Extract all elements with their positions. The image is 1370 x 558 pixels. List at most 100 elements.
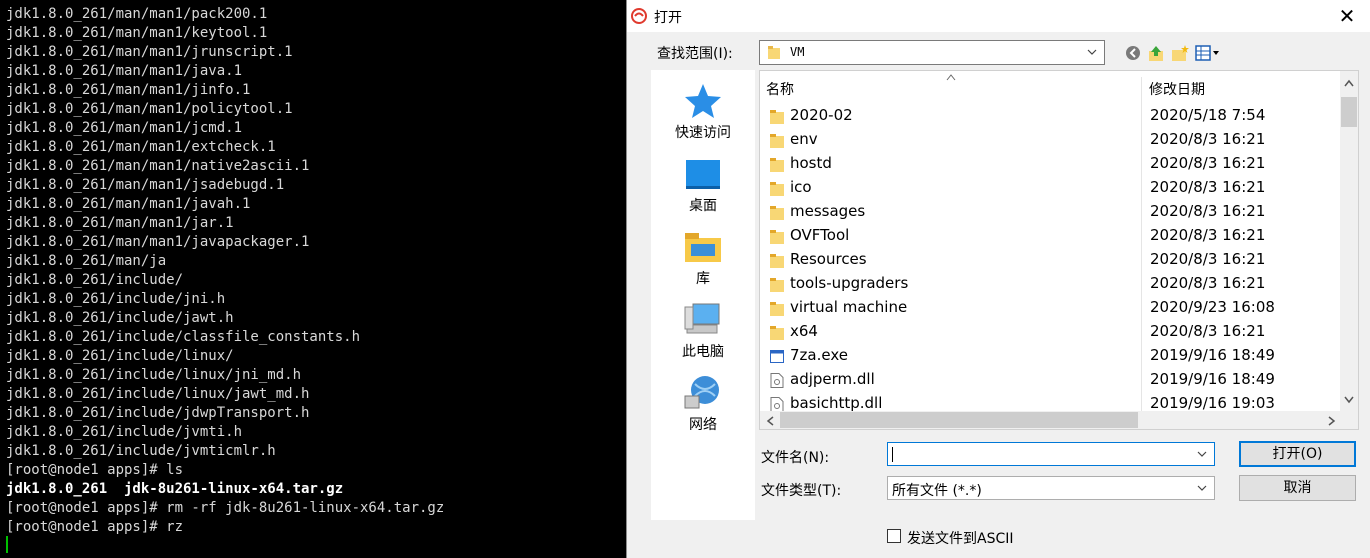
folder-icon (770, 326, 784, 340)
terminal-line: [root@node1 apps]# rm -rf jdk-8u261-linu… (6, 500, 445, 516)
column-header-date[interactable]: 修改日期 (1149, 71, 1205, 103)
file-date: 2020/8/3 16:21 (1150, 154, 1266, 172)
file-name: virtual machine (790, 298, 908, 316)
file-row[interactable]: adjperm.dll 2019/9/16 18:49 (760, 368, 1340, 392)
terminal-line: jdk1.8.0_261/man/man1/jcmd.1 (6, 120, 243, 136)
file-row[interactable]: 2020-02 2020/5/18 7:54 (760, 104, 1340, 128)
column-header-name[interactable]: 名称 (766, 71, 794, 103)
cancel-button[interactable]: 取消 (1239, 475, 1356, 501)
place-label: 网络 (689, 417, 717, 433)
horizontal-scrollbar[interactable] (760, 411, 1340, 429)
file-name: x64 (790, 322, 818, 340)
place-network[interactable]: 网络 (651, 366, 755, 436)
file-date: 2020/5/18 7:54 (1150, 106, 1266, 124)
terminal-line: jdk1.8.0_261/man/man1/jar.1 (6, 215, 234, 231)
scroll-up-icon[interactable] (1344, 79, 1354, 87)
file-row[interactable]: ico 2020/8/3 16:21 (760, 176, 1340, 200)
app-icon (631, 8, 647, 24)
place-quick-access[interactable]: 快速访问 (651, 74, 755, 144)
sort-ascending-icon (946, 74, 956, 81)
scroll-left-icon[interactable] (766, 416, 774, 426)
filetype-label: 文件类型(T): (761, 483, 842, 499)
file-date: 2020/9/23 16:08 (1150, 298, 1275, 316)
ascii-checkbox[interactable] (887, 529, 901, 543)
terminal-line: jdk1.8.0_261/man/man1/jsadebugd.1 (6, 177, 285, 193)
file-name: hostd (790, 154, 832, 172)
chevron-down-icon (1087, 49, 1097, 55)
dialog-title: 打开 (654, 10, 682, 26)
chevron-down-icon (1197, 485, 1207, 491)
file-date: 2020/8/3 16:21 (1150, 178, 1266, 196)
scroll-right-icon[interactable] (1328, 416, 1336, 426)
file-row[interactable]: Resources 2020/8/3 16:21 (760, 248, 1340, 272)
file-row[interactable]: virtual machine 2020/9/23 16:08 (760, 296, 1340, 320)
file-list[interactable]: 名称 修改日期 2020-02 2020/5/18 7:54 env 2020/8/3… (759, 70, 1359, 430)
back-icon[interactable] (1124, 44, 1142, 62)
file-row[interactable]: messages 2020/8/3 16:21 (760, 200, 1340, 224)
close-button[interactable]: ✕ (1324, 0, 1370, 32)
place-desktop[interactable]: 桌面 (651, 147, 755, 217)
up-folder-icon[interactable] (1147, 44, 1165, 62)
terminal-line: jdk1.8.0_261/include/linux/jni_md.h (6, 367, 302, 383)
vertical-scroll-thumb[interactable] (1341, 97, 1357, 127)
star-icon (685, 84, 721, 118)
folder-icon (770, 254, 784, 268)
place-label: 桌面 (689, 198, 717, 214)
terminal-line: jdk1.8.0_261/man/man1/native2ascii.1 (6, 158, 310, 174)
chevron-down-icon[interactable] (1196, 448, 1208, 460)
ascii-checkbox-label[interactable]: 发送文件到ASCII (907, 528, 1014, 548)
place-this-pc[interactable]: 此电脑 (651, 293, 755, 363)
terminal-line: jdk1.8.0_261/include/jdwpTransport.h (6, 405, 310, 421)
folder-icon (770, 134, 784, 148)
scrollbar-corner (1340, 411, 1358, 429)
terminal-output: jdk1.8.0_261/man/man1/pack200.1 jdk1.8.0_… (6, 5, 444, 537)
filename-input[interactable] (887, 442, 1215, 466)
terminal-window[interactable]: jdk1.8.0_261/man/man1/pack200.1 jdk1.8.0_… (0, 0, 626, 558)
terminal-line: jdk1.8.0_261/include/jni.h (6, 291, 226, 307)
file-name: 7za.exe (790, 346, 848, 364)
place-library[interactable]: 库 (651, 220, 755, 290)
scroll-down-icon[interactable] (1344, 396, 1354, 404)
terminal-line: jdk1.8.0_261/include/ (6, 272, 184, 288)
terminal-line: jdk1.8.0_261/man/man1/policytool.1 (6, 101, 293, 117)
file-name: ico (790, 178, 812, 196)
folder-icon (770, 302, 784, 316)
folder-icon (770, 110, 784, 124)
dll-file-icon (770, 397, 784, 412)
terminal-line: jdk1.8.0_261/man/man1/extcheck.1 (6, 139, 276, 155)
terminal-line: jdk1.8.0_261/include/linux/jawt_md.h (6, 386, 310, 402)
file-name: OVFTool (790, 226, 850, 244)
file-row[interactable]: hostd 2020/8/3 16:21 (760, 152, 1340, 176)
terminal-line: jdk1.8.0_261/man/ja (6, 253, 167, 269)
filetype-dropdown[interactable]: 所有文件 (*.*) (887, 476, 1215, 500)
terminal-cursor (6, 536, 8, 553)
file-name: 2020-02 (790, 106, 853, 124)
terminal-line: jdk1.8.0_261/include/jvmti.h (6, 424, 243, 440)
horizontal-scroll-thumb[interactable] (780, 412, 1138, 428)
terminal-line: jdk1.8.0_261/include/jawt.h (6, 310, 234, 326)
exe-icon (770, 350, 784, 363)
terminal-line: jdk1.8.0_261/include/linux/ (6, 348, 234, 364)
lookin-label: 查找范围(I): (657, 46, 733, 62)
view-menu-icon[interactable] (1195, 44, 1221, 62)
file-date: 2020/8/3 16:21 (1150, 202, 1266, 220)
file-row[interactable]: env 2020/8/3 16:21 (760, 128, 1340, 152)
file-name: messages (790, 202, 866, 220)
file-row[interactable]: tools-upgraders 2020/8/3 16:21 (760, 272, 1340, 296)
folder-icon (770, 206, 784, 220)
open-button[interactable]: 打开(O) (1239, 441, 1356, 467)
terminal-line: jdk1.8.0_261/man/man1/jinfo.1 (6, 82, 251, 98)
vertical-scrollbar[interactable] (1340, 71, 1358, 411)
folder-icon (770, 230, 784, 244)
lookin-dropdown[interactable]: VM (759, 40, 1105, 65)
terminal-line: jdk1.8.0_261/man/man1/javah.1 (6, 196, 251, 212)
file-date: 2020/8/3 16:21 (1150, 226, 1266, 244)
file-row[interactable]: 7za.exe 2019/9/16 18:49 (760, 344, 1340, 368)
terminal-line: jdk1.8.0_261/include/classfile_constants… (6, 329, 361, 345)
file-row[interactable]: OVFTool 2020/8/3 16:21 (760, 224, 1340, 248)
terminal-line: jdk1.8.0_261/man/man1/jrunscript.1 (6, 44, 293, 60)
file-row[interactable]: x64 2020/8/3 16:21 (760, 320, 1340, 344)
new-folder-icon[interactable] (1171, 44, 1189, 62)
title-bar: 打开 ✕ (627, 0, 1370, 32)
desktop-icon (686, 160, 720, 189)
